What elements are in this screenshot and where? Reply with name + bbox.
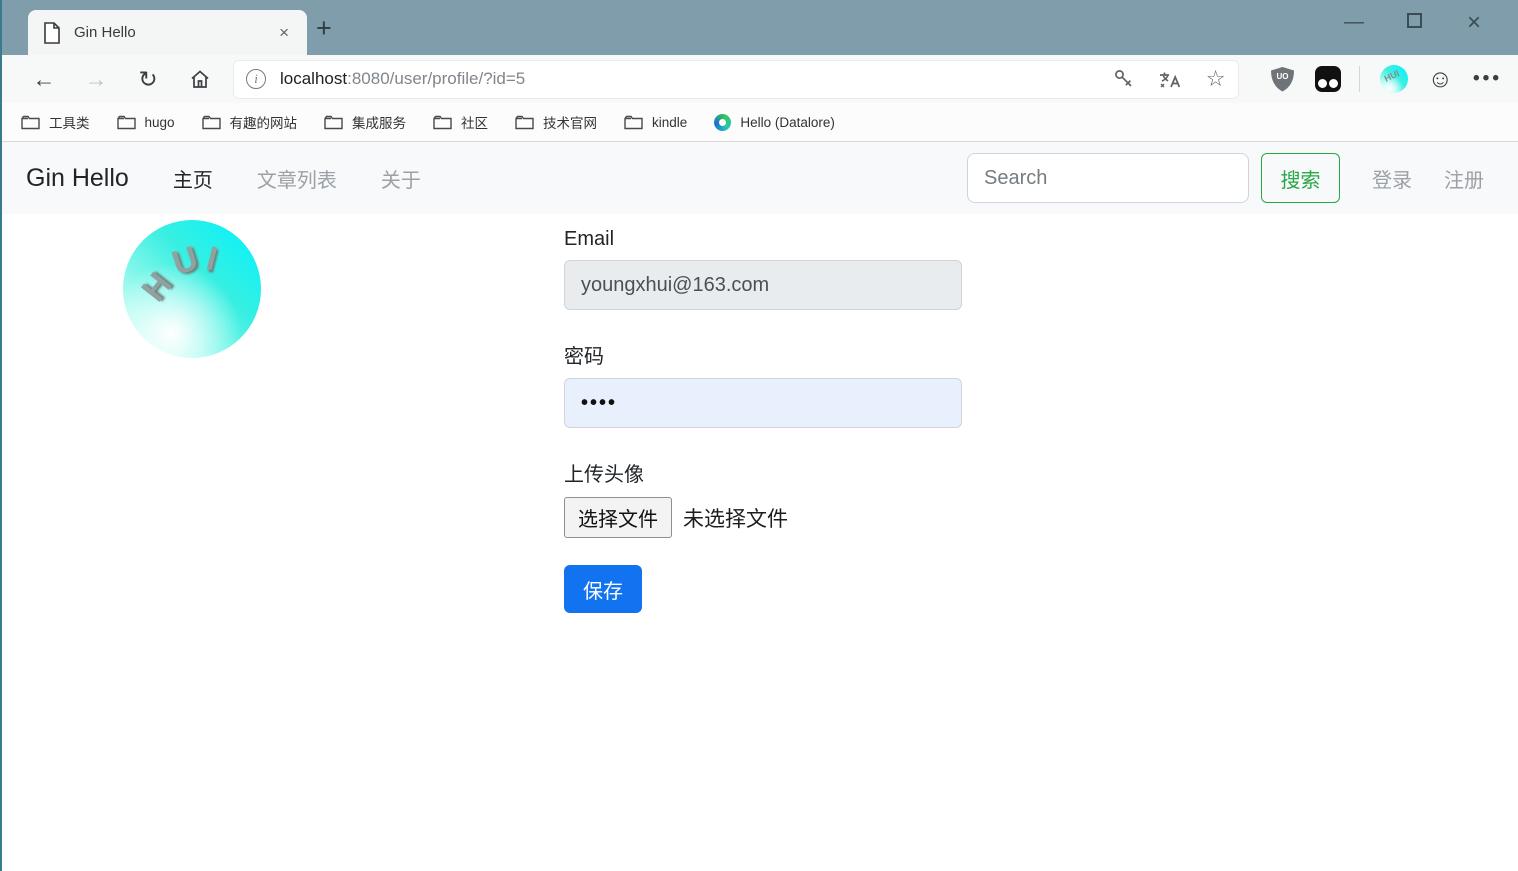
bookmark-folder-community[interactable]: 社区: [433, 112, 488, 132]
forward-button[interactable]: →: [70, 68, 122, 91]
file-input-row: 选择文件 未选择文件: [564, 497, 962, 538]
login-link[interactable]: 登录: [1372, 164, 1412, 193]
search-input[interactable]: [967, 153, 1249, 203]
url-path: :8080/user/profile/?id=5: [347, 69, 525, 88]
url-host: localhost: [280, 69, 347, 88]
svg-text:UO: UO: [1276, 72, 1288, 81]
file-status-text: 未选择文件: [683, 503, 788, 533]
folder-icon: [515, 115, 534, 130]
bookmark-folder-hugo[interactable]: hugo: [117, 115, 175, 130]
user-avatar-image: H U I: [123, 220, 261, 358]
site-info-icon[interactable]: i: [246, 69, 266, 89]
email-label: Email: [564, 228, 962, 251]
page-favicon-icon: [42, 22, 62, 44]
nav-link-articles[interactable]: 文章列表: [257, 164, 337, 193]
email-field: [564, 260, 962, 310]
folder-icon: [21, 115, 40, 130]
menu-dots-icon[interactable]: •••: [1473, 68, 1502, 90]
bookmark-folder-tech-sites[interactable]: 技术官网: [515, 112, 597, 132]
ublock-shield-icon[interactable]: UO: [1270, 66, 1295, 93]
bookmark-folder-kindle[interactable]: kindle: [624, 115, 687, 130]
site-brand[interactable]: Gin Hello: [26, 164, 129, 193]
address-bar[interactable]: i localhost:8080/user/profile/?id=5 ☆: [234, 61, 1238, 98]
favorite-star-icon[interactable]: ☆: [1206, 66, 1226, 92]
close-window-button[interactable]: ×: [1444, 9, 1504, 37]
folder-icon: [117, 115, 136, 130]
refresh-button[interactable]: ↻: [122, 68, 174, 91]
bookmark-folder-fun-sites[interactable]: 有趣的网站: [202, 112, 298, 132]
bookmark-folder-tools[interactable]: 工具类: [21, 112, 90, 132]
bookmarks-bar: 工具类 hugo 有趣的网站 集成服务 社区 技术官网 kindle Hell: [2, 103, 1518, 142]
window-controls: — ×: [1324, 0, 1504, 45]
new-tab-button[interactable]: +: [316, 12, 332, 44]
translate-icon[interactable]: [1158, 67, 1184, 91]
register-link[interactable]: 注册: [1444, 164, 1484, 193]
nav-link-home[interactable]: 主页: [173, 164, 213, 193]
profile-avatar-icon[interactable]: HUI: [1380, 65, 1408, 93]
bookmark-folder-integrations[interactable]: 集成服务: [324, 112, 406, 132]
browser-toolbar: ← → ↻ i localhost:8080/user/profile/?id=…: [2, 55, 1518, 103]
profile-content: H U I Email 密码 上传头像 选择文件 未选择文件 保存: [2, 214, 1518, 870]
password-key-icon[interactable]: [1112, 67, 1136, 91]
datalore-icon: [714, 114, 731, 131]
titlebar: Gin Hello × + — ×: [2, 0, 1518, 55]
extension-icon[interactable]: [1315, 66, 1341, 92]
password-label: 密码: [564, 340, 962, 369]
profile-form: Email 密码 上传头像 选择文件 未选择文件 保存: [564, 214, 962, 613]
save-button[interactable]: 保存: [564, 565, 642, 613]
browser-window: Gin Hello × + — × ← → ↻ i localhost:8080…: [0, 0, 1518, 871]
toolbar-divider: [1359, 66, 1360, 92]
folder-icon: [324, 115, 343, 130]
url-text[interactable]: localhost:8080/user/profile/?id=5: [280, 69, 1090, 89]
page-content: Gin Hello 主页 文章列表 关于 搜索 登录 注册 H U I Emai…: [2, 142, 1518, 870]
upload-avatar-label: 上传头像: [564, 458, 962, 487]
folder-icon: [202, 115, 221, 130]
tab-title: Gin Hello: [74, 24, 275, 41]
browser-tab[interactable]: Gin Hello ×: [28, 10, 307, 55]
choose-file-button[interactable]: 选择文件: [564, 497, 672, 538]
folder-icon: [624, 115, 643, 130]
feedback-smiley-icon[interactable]: ☺: [1428, 67, 1454, 92]
site-navbar: Gin Hello 主页 文章列表 关于 搜索 登录 注册: [2, 142, 1518, 214]
maximize-button[interactable]: [1384, 11, 1444, 34]
home-button[interactable]: [174, 67, 226, 91]
nav-link-about[interactable]: 关于: [381, 164, 421, 193]
password-field[interactable]: [564, 378, 962, 428]
back-button[interactable]: ←: [18, 68, 70, 91]
tab-close-icon[interactable]: ×: [275, 23, 293, 43]
minimize-button[interactable]: —: [1324, 11, 1384, 34]
bookmark-datalore[interactable]: Hello (Datalore): [714, 114, 835, 131]
folder-icon: [433, 115, 452, 130]
search-button[interactable]: 搜索: [1261, 153, 1340, 203]
